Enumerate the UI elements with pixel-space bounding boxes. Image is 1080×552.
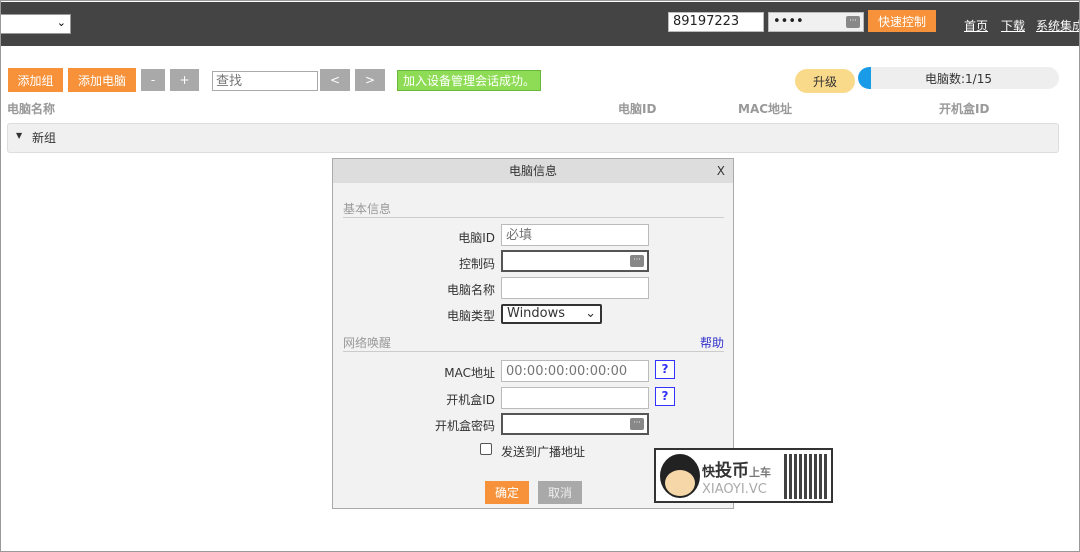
caret-down-icon: ▼ (16, 131, 23, 140)
broadcast-label: 发送到广播地址 (501, 445, 586, 459)
wol-section-title: 网络唤醒 (343, 336, 392, 350)
section-basic: 基本信息 (343, 200, 724, 218)
box-id-input[interactable] (501, 387, 649, 409)
computer-name-input[interactable] (501, 277, 649, 299)
section-wol: 网络唤醒 帮助 (343, 334, 724, 352)
password-mask: •••• (773, 14, 804, 29)
computer-id-label: 电脑ID (458, 231, 495, 245)
broadcast-checkbox[interactable] (480, 443, 492, 455)
box-id-label: 开机盒ID (446, 393, 495, 407)
quick-control-button[interactable]: 快速控制 (868, 10, 936, 32)
upgrade-button[interactable]: 升级 (795, 69, 855, 93)
watermark-title: 快投币上车 (702, 461, 772, 481)
mac-label: MAC地址 (444, 366, 495, 380)
column-computer-name: 电脑名称 (7, 102, 56, 116)
password-input[interactable]: •••• ··· (768, 12, 864, 32)
computer-type-label: 电脑类型 (446, 309, 495, 323)
close-icon[interactable]: X (717, 159, 725, 183)
control-code-label: 控制码 (458, 257, 495, 271)
top-header: ⌄ 89197223 •••• ··· 快速控制 首页 下载 系统集成 (0, 2, 1080, 46)
next-page-button[interactable]: > (355, 69, 385, 91)
cartoon-avatar-icon (660, 454, 700, 498)
box-password-label: 开机盒密码 (434, 419, 495, 433)
link-system-integration[interactable]: 系统集成 (1036, 17, 1080, 34)
computer-count-progress: 电脑数:1/15 (858, 67, 1059, 89)
column-box-id: 开机盒ID (939, 102, 990, 116)
group-name: 新组 (32, 131, 57, 145)
computer-count-label: 电脑数:1/15 (925, 72, 992, 86)
password-manager-icon: ··· (630, 255, 644, 267)
status-message: 加入设备管理会话成功。 (397, 70, 541, 91)
add-group-button[interactable]: 添加组 (8, 68, 63, 92)
link-home[interactable]: 首页 (964, 17, 988, 34)
box-id-help-button[interactable]: ? (655, 387, 675, 406)
computer-type-value: Windows (507, 306, 566, 321)
column-mac: MAC地址 (738, 102, 793, 116)
watermark-url: XIAOYI.VC (702, 482, 767, 497)
add-computer-button[interactable]: 添加电脑 (68, 68, 136, 92)
collapse-button[interactable]: - (141, 69, 165, 91)
group-select[interactable]: ⌄ (0, 14, 71, 34)
chevron-down-icon: ⌄ (585, 306, 596, 321)
dialog-titlebar: 电脑信息 X (333, 159, 733, 183)
dialog-title: 电脑信息 (508, 164, 557, 178)
help-link[interactable]: 帮助 (700, 334, 724, 351)
password-manager-icon: ··· (846, 16, 860, 28)
mac-help-button[interactable]: ? (655, 360, 675, 379)
search-input[interactable] (212, 71, 318, 91)
qr-code-icon (784, 454, 829, 499)
chevron-down-icon: ⌄ (56, 16, 66, 29)
computer-type-select[interactable]: Windows ⌄ (501, 304, 602, 324)
ok-button[interactable]: 确定 (485, 481, 529, 504)
password-manager-icon: ··· (630, 418, 644, 430)
group-row[interactable]: ▼ 新组 (7, 123, 1059, 153)
user-id-input[interactable]: 89197223 (668, 12, 764, 32)
computer-id-input[interactable] (501, 224, 649, 246)
expand-button[interactable]: + (170, 69, 199, 91)
link-download[interactable]: 下载 (1001, 17, 1025, 34)
prev-page-button[interactable]: < (320, 69, 350, 91)
column-computer-id: 电脑ID (618, 102, 657, 116)
computer-name-label: 电脑名称 (446, 283, 495, 297)
control-code-input[interactable]: ··· (501, 250, 649, 272)
cancel-button[interactable]: 取消 (538, 481, 582, 504)
box-password-input[interactable]: ··· (501, 413, 649, 435)
watermark-badge: 快投币上车 XIAOYI.VC (654, 448, 833, 503)
mac-input[interactable] (501, 360, 649, 382)
